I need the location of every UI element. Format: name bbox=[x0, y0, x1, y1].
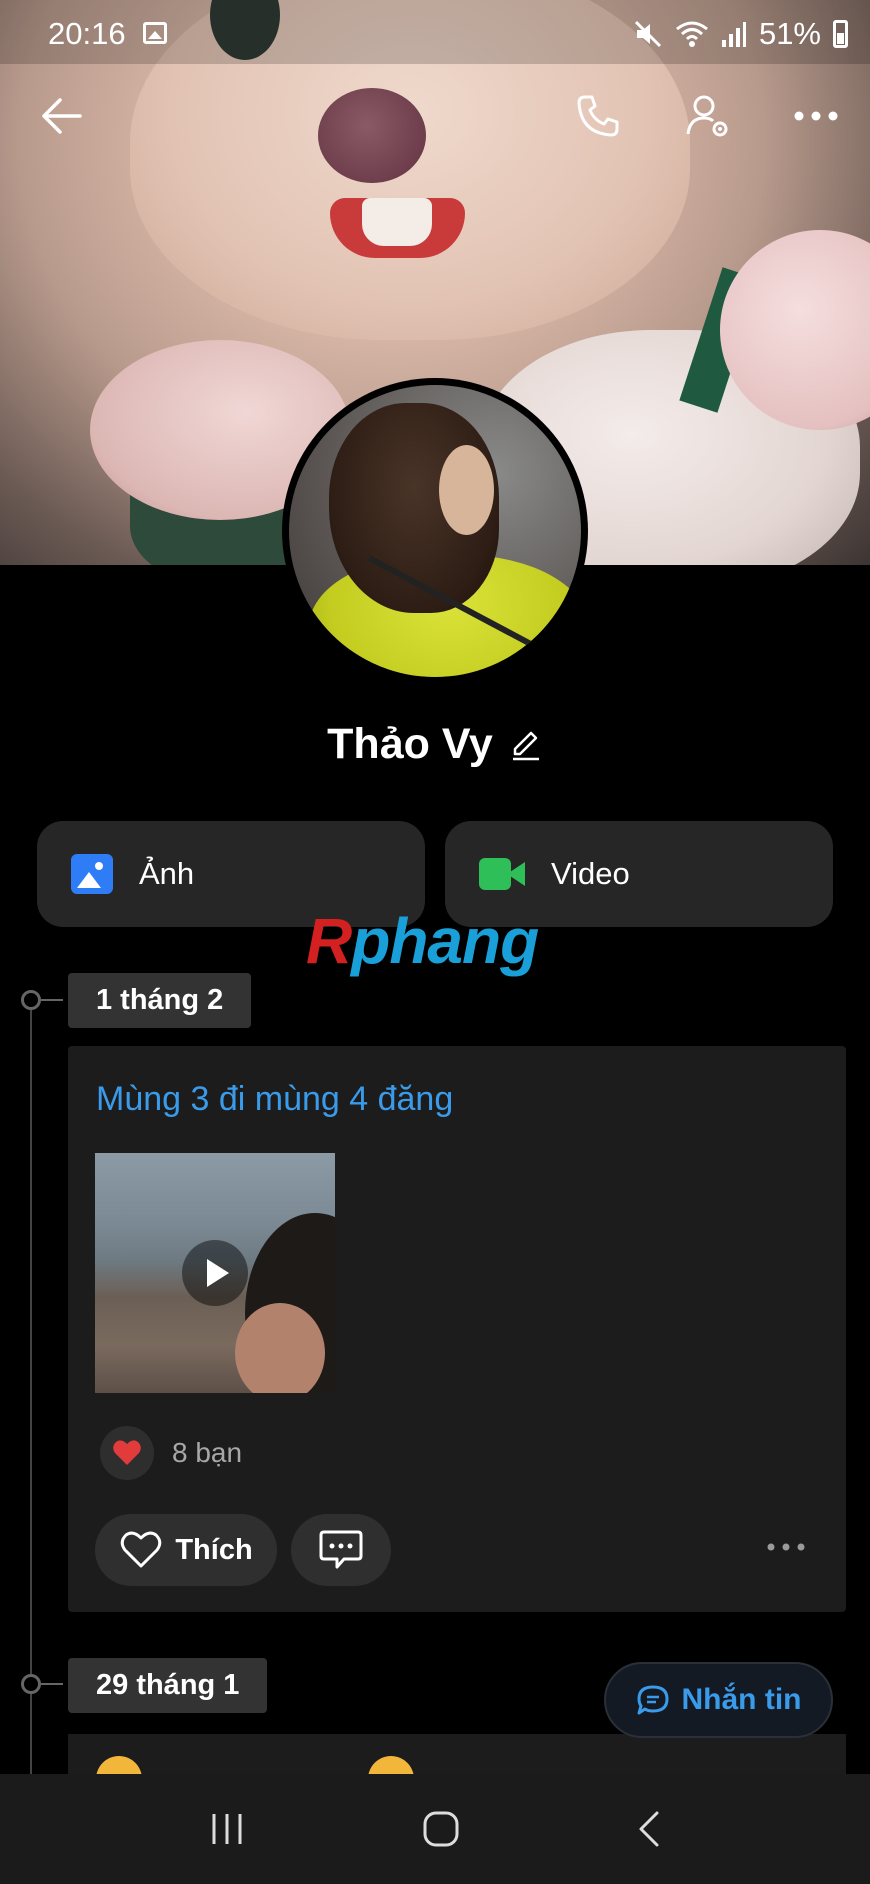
timeline-line bbox=[30, 1000, 32, 1780]
timeline-date: 1 tháng 2 bbox=[68, 973, 252, 1028]
profile-name-row: Thảo Vy bbox=[0, 720, 870, 769]
mute-icon bbox=[634, 20, 662, 48]
avatar-photo bbox=[289, 385, 581, 677]
post-actions: Thích bbox=[95, 1514, 391, 1586]
heart-icon bbox=[100, 1426, 154, 1480]
profile-settings-button[interactable] bbox=[680, 88, 736, 144]
status-bar: 20:16 51% bbox=[0, 0, 870, 64]
like-button[interactable]: Thích bbox=[95, 1514, 277, 1586]
message-button[interactable]: Nhắn tin bbox=[604, 1662, 833, 1738]
timeline-date: 29 tháng 1 bbox=[68, 1658, 268, 1713]
message-label: Nhắn tin bbox=[681, 1683, 802, 1716]
post-video-thumbnail[interactable] bbox=[95, 1153, 335, 1393]
watermark-first: R bbox=[306, 905, 352, 977]
post-card[interactable]: Mùng 3 đi mùng 4 đăng 8 bạn Thích bbox=[68, 1046, 846, 1612]
watermark-rest: phang bbox=[351, 905, 539, 977]
chat-bubble-icon bbox=[637, 1685, 668, 1715]
comment-button[interactable] bbox=[291, 1514, 391, 1586]
watermark-logo: Rphang bbox=[306, 904, 539, 978]
system-nav-bar bbox=[0, 1774, 870, 1884]
play-icon[interactable] bbox=[182, 1240, 248, 1306]
timeline-node bbox=[21, 990, 63, 1010]
gallery-icon bbox=[143, 22, 167, 44]
back-arrow-icon bbox=[42, 98, 82, 134]
avatar-face bbox=[439, 445, 494, 535]
post-reactions[interactable]: 8 bạn bbox=[100, 1426, 242, 1480]
back-button[interactable] bbox=[34, 88, 90, 144]
image-icon bbox=[71, 854, 113, 894]
videos-label: Video bbox=[551, 856, 630, 891]
heart-outline-icon bbox=[121, 1531, 162, 1568]
comment-icon bbox=[319, 1530, 363, 1569]
signal-icon bbox=[721, 22, 746, 47]
cover-plush-tooth bbox=[362, 198, 432, 246]
battery-icon bbox=[833, 20, 848, 48]
profile-avatar[interactable] bbox=[282, 378, 588, 684]
thumbnail-face bbox=[235, 1303, 325, 1393]
pencil-icon[interactable] bbox=[509, 728, 543, 762]
more-icon bbox=[794, 111, 838, 121]
status-time: 20:16 bbox=[48, 16, 126, 51]
recent-apps-icon[interactable] bbox=[209, 1812, 245, 1846]
post-more-icon[interactable] bbox=[766, 1542, 806, 1552]
more-options-button[interactable] bbox=[788, 88, 844, 144]
photos-label: Ảnh bbox=[139, 856, 195, 891]
battery-percent: 51% bbox=[758, 16, 821, 51]
phone-icon bbox=[577, 95, 619, 137]
post-caption: Mùng 3 đi mùng 4 đăng bbox=[96, 1080, 454, 1118]
video-camera-icon bbox=[479, 856, 525, 892]
wifi-icon bbox=[676, 21, 708, 47]
home-icon[interactable] bbox=[422, 1810, 460, 1848]
status-right-group: 51% bbox=[633, 16, 848, 52]
user-settings-icon bbox=[686, 95, 728, 137]
back-icon[interactable] bbox=[637, 1810, 661, 1848]
timeline-node bbox=[21, 1674, 63, 1694]
call-button[interactable] bbox=[570, 88, 626, 144]
reaction-count: 8 bạn bbox=[172, 1437, 243, 1468]
like-label: Thích bbox=[175, 1533, 253, 1566]
profile-name: Thảo Vy bbox=[327, 720, 493, 768]
cover-plush-nose bbox=[318, 88, 426, 183]
